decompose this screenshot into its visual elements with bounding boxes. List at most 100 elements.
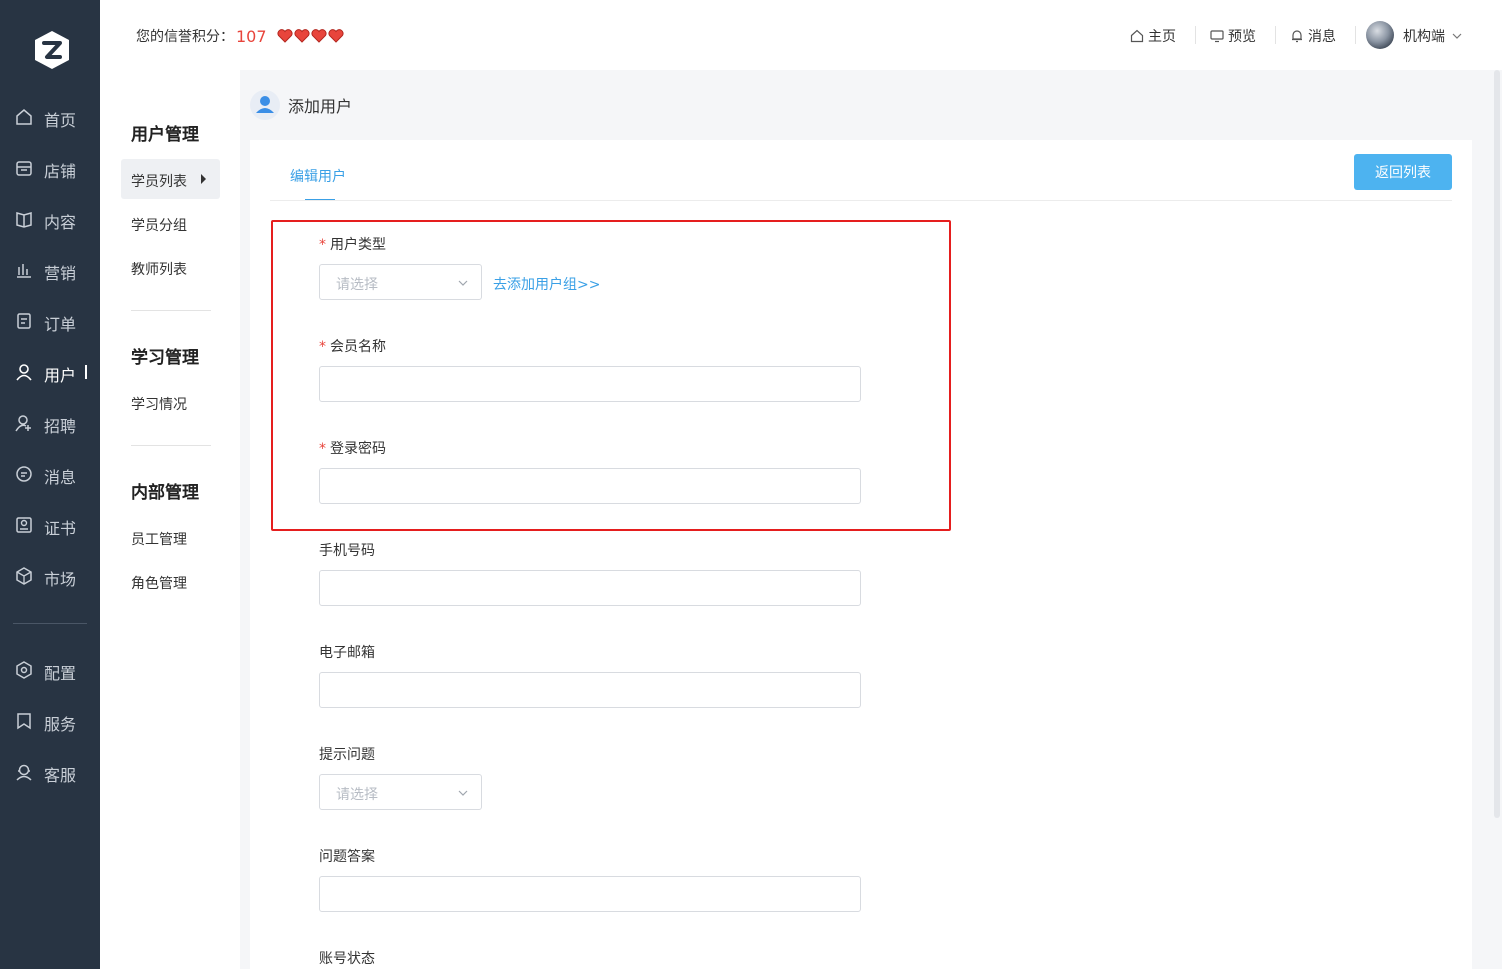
subnav-item-label: 角色管理 [131, 576, 187, 592]
email-label: 电子邮箱 [319, 645, 375, 661]
form-card: 编辑用户 返回列表 * 用户类型 请选择 去添加用户组>> * 会员名称 * 登录密码… [250, 140, 1472, 969]
chart-icon [17, 264, 31, 278]
support-icon [16, 764, 32, 781]
nav-label: 首页 [44, 111, 77, 130]
gear-icon [16, 661, 32, 679]
subnav-item-label: 员工管理 [131, 532, 187, 548]
nav-label: 内容 [44, 213, 77, 232]
subnav-group-title: 用户管理 [131, 125, 199, 145]
heart-icon [277, 29, 293, 43]
nav-item-marketing[interactable]: 营销 [0, 255, 100, 285]
user-avatar-icon [250, 90, 280, 120]
order-icon [17, 313, 31, 329]
subnav-item-label: 学员列表 [131, 174, 187, 190]
messages-link-label: 消息 [1308, 29, 1336, 45]
subnav-item-staff[interactable]: 员工管理 [121, 517, 220, 557]
nav-item-home[interactable]: 首页 [0, 102, 100, 132]
nav-label: 证书 [44, 519, 77, 538]
home-link-label: 主页 [1148, 29, 1176, 45]
account-menu[interactable]: 机构端 [1403, 26, 1463, 46]
subnav-divider [131, 310, 211, 311]
account-status-label: 账号状态 [319, 951, 375, 967]
subnav-item-label: 教师列表 [131, 262, 187, 278]
subnav-item-study-status[interactable]: 学习情况 [121, 382, 220, 422]
page-heading: 添加用户 [250, 90, 352, 120]
back-to-list-button[interactable]: 返回列表 [1354, 154, 1452, 190]
store-icon [16, 161, 32, 176]
credit-score: 您的信誉积分： 107 [136, 26, 344, 46]
answer-input[interactable] [319, 876, 861, 912]
subnav-item-label: 学习情况 [131, 397, 187, 413]
nav-item-orders[interactable]: 订单 [0, 306, 100, 336]
user-type-label-text: 用户类型 [330, 237, 386, 253]
member-name-label-text: 会员名称 [330, 339, 386, 355]
subnav-item-student-group[interactable]: 学员分组 [121, 203, 220, 243]
hint-question-select[interactable]: 请选择 [319, 774, 482, 810]
required-mark: * [319, 339, 326, 355]
header-separator [1275, 26, 1276, 44]
subnav-item-student-list[interactable]: 学员列表 [121, 159, 220, 199]
nav-item-config[interactable]: 配置 [0, 655, 100, 685]
subnav-divider [131, 445, 211, 446]
subnav-item-label: 学员分组 [131, 218, 187, 234]
home-icon [16, 109, 32, 125]
password-label-text: 登录密码 [330, 441, 386, 457]
member-name-label: * 会员名称 [319, 336, 386, 356]
nav-item-content[interactable]: 内容 [0, 204, 100, 234]
header-separator [1195, 26, 1196, 44]
user-type-label: * 用户类型 [319, 234, 386, 254]
page-title: 添加用户 [288, 97, 353, 116]
active-indicator [85, 365, 87, 379]
home-link[interactable]: 主页 [1130, 26, 1176, 46]
nav-divider [13, 623, 87, 624]
chevron-down-icon [458, 790, 468, 796]
avatar[interactable] [1366, 21, 1394, 49]
add-user-group-link[interactable]: 去添加用户组>> [493, 274, 600, 294]
nav-item-messages[interactable]: 消息 [0, 459, 100, 489]
hint-question-label: 提示问题 [319, 747, 375, 763]
required-mark: * [319, 237, 326, 253]
nav-label: 消息 [44, 468, 77, 487]
heart-icon [294, 29, 310, 43]
nav-item-service[interactable]: 服务 [0, 706, 100, 736]
subnav-group-title: 学习管理 [131, 348, 199, 368]
nav-item-users[interactable]: 用户 [0, 357, 100, 387]
nav-label: 店铺 [44, 162, 77, 181]
nav-label: 服务 [44, 715, 77, 734]
messages-link[interactable]: 消息 [1290, 26, 1336, 46]
password-input[interactable] [319, 468, 861, 504]
nav-label: 营销 [44, 264, 77, 283]
preview-link[interactable]: 预览 [1210, 26, 1256, 46]
member-name-input[interactable] [319, 366, 861, 402]
nav-item-market[interactable]: 市场 [0, 561, 100, 591]
nav-item-recruit[interactable]: 招聘 [0, 408, 100, 438]
nav-item-store[interactable]: 店铺 [0, 153, 100, 183]
logo-icon[interactable] [34, 30, 70, 70]
user-type-select[interactable]: 请选择 [319, 264, 482, 300]
chevron-down-icon [458, 280, 468, 286]
user-icon [16, 364, 32, 381]
caret-right-icon [201, 174, 206, 184]
book-icon [16, 212, 32, 228]
page-scrollbar[interactable] [1494, 70, 1500, 818]
email-input[interactable] [319, 672, 861, 708]
tab-edit-user[interactable]: 编辑用户 [290, 166, 346, 186]
heart-icon [311, 29, 327, 43]
nav-label: 订单 [44, 315, 77, 334]
password-label: * 登录密码 [319, 438, 386, 458]
nav-label: 用户 [44, 366, 77, 385]
top-header: 您的信誉积分： 107 主页 预览 消息 机构端 [100, 0, 1502, 70]
nav-label: 配置 [44, 664, 77, 683]
nav-item-certificate[interactable]: 证书 [0, 510, 100, 540]
nav-label: 客服 [44, 766, 77, 785]
preview-link-label: 预览 [1228, 29, 1256, 45]
phone-input[interactable] [319, 570, 861, 606]
nav-item-support[interactable]: 客服 [0, 757, 100, 787]
answer-label: 问题答案 [319, 849, 375, 865]
subnav-item-teacher-list[interactable]: 教师列表 [121, 247, 220, 287]
bookmark-icon [17, 713, 31, 730]
subnav-item-roles[interactable]: 角色管理 [121, 561, 220, 601]
market-icon [16, 567, 32, 585]
main-sidebar: 首页 店铺 内容 营销 订单 用户 招聘 消息 证书 市场 配置 服务 客服 [0, 0, 100, 969]
certificate-icon [16, 517, 32, 533]
